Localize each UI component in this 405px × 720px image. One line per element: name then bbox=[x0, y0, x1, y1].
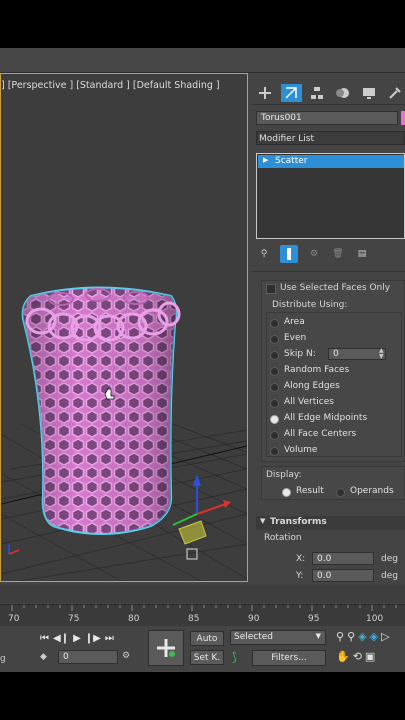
animation-controls-bar: ⏮ ◀❙ ▶ ❙▶ ⏭ ◆ 0 ⚙ Auto Set K. Selected ▼… bbox=[0, 626, 405, 672]
option-area[interactable]: Area bbox=[270, 317, 400, 329]
stack-item-scatter[interactable]: ▶ Scatter bbox=[258, 155, 404, 168]
viewport-navigation-controls: ⚲ ⚲ ◈ ◈ ▷ ✋ ⟲ ▣ bbox=[336, 630, 405, 666]
key-mode-toggle-icon[interactable]: ⟆ bbox=[232, 650, 237, 664]
play-icon[interactable]: ▶ bbox=[73, 633, 81, 644]
stack-toolbar: ⚲ ⚙ 🗑 ▤ bbox=[256, 243, 405, 265]
next-frame-icon[interactable]: ❙▶ bbox=[85, 633, 101, 644]
zoom-extents-icon[interactable]: ◈ bbox=[358, 630, 366, 647]
go-to-start-icon[interactable]: ⏮ bbox=[40, 633, 49, 644]
tick-label: 75 bbox=[68, 614, 80, 624]
create-icon[interactable] bbox=[255, 84, 276, 102]
scene-render bbox=[1, 286, 247, 581]
utilities-icon[interactable] bbox=[384, 84, 405, 102]
pan-icon[interactable]: ✋ bbox=[336, 650, 350, 667]
go-to-end-icon[interactable]: ⏭ bbox=[105, 633, 114, 644]
auto-key-button[interactable]: Auto bbox=[190, 631, 224, 646]
set-key-large-button[interactable] bbox=[148, 630, 184, 666]
field-of-view-icon[interactable]: ▷ bbox=[381, 630, 389, 647]
collapse-arrow-icon: ▼ bbox=[260, 517, 266, 525]
modifier-stack[interactable]: ▶ Scatter bbox=[256, 153, 405, 239]
remove-modifier-icon[interactable]: 🗑 bbox=[330, 249, 346, 259]
zoom-extents-all-icon[interactable]: ◈ bbox=[370, 630, 378, 647]
transforms-rollout-header[interactable]: ▼ Transforms bbox=[256, 516, 405, 530]
expand-arrow-icon[interactable]: ▶ bbox=[263, 156, 268, 164]
status-text: g bbox=[0, 654, 6, 664]
tick-label: 80 bbox=[128, 614, 140, 624]
rotation-y-spinner[interactable]: 0.0 bbox=[312, 569, 374, 582]
display-group: Display: Result Operands bbox=[261, 466, 405, 500]
scatter-parameters-rollout: Use Selected Faces Only Distribute Using… bbox=[261, 280, 405, 462]
top-letterbox bbox=[0, 0, 405, 48]
display-label: Display: bbox=[266, 470, 302, 480]
selected-dropdown-label: Selected bbox=[234, 632, 274, 642]
configure-modifier-sets-icon[interactable]: ▤ bbox=[354, 249, 370, 259]
perspective-viewport[interactable]: ] [Perspective ] [Standard ] [Default Sh… bbox=[0, 73, 248, 582]
chevron-down-icon: ▼ bbox=[315, 632, 321, 640]
modifier-list-label: Modifier List bbox=[259, 134, 314, 144]
maximize-viewport-icon[interactable]: ▣ bbox=[365, 650, 375, 667]
bottom-letterbox bbox=[0, 672, 405, 720]
spinner-arrows-icon[interactable]: ▲ ▼ bbox=[379, 348, 384, 360]
tick-label: 95 bbox=[308, 614, 320, 624]
option-all-edge-midpoints[interactable]: All Edge Midpoints bbox=[270, 413, 400, 425]
display-result-radio[interactable]: Result bbox=[282, 486, 332, 498]
pin-stack-icon[interactable]: ⚲ bbox=[256, 249, 272, 259]
world-axis-tripod bbox=[8, 544, 20, 555]
tick-label: 70 bbox=[8, 614, 20, 624]
modifier-list-dropdown[interactable]: Modifier List bbox=[256, 131, 405, 145]
track-bar[interactable] bbox=[0, 585, 405, 603]
rotation-x-spinner[interactable]: 0.0 bbox=[312, 552, 374, 565]
show-end-result-icon[interactable] bbox=[280, 245, 298, 263]
display-operands-radio[interactable]: Operands bbox=[336, 486, 405, 498]
move-gizmo bbox=[172, 474, 231, 560]
time-config-icon[interactable]: ⚙ bbox=[122, 651, 130, 661]
lattice-cylinder-object bbox=[21, 286, 181, 535]
set-key-button[interactable]: Set K. bbox=[190, 650, 224, 665]
current-frame-field[interactable]: 0 bbox=[58, 650, 118, 664]
key-mode-icon[interactable]: ◆ bbox=[40, 652, 47, 662]
rotation-y-unit: deg bbox=[381, 571, 398, 581]
zoom-icon[interactable]: ⚲ bbox=[336, 630, 344, 647]
rotation-x-label: X: bbox=[296, 554, 306, 564]
distribute-using-label: Distribute Using: bbox=[272, 300, 348, 310]
hierarchy-icon[interactable] bbox=[307, 84, 328, 102]
rotation-label: Rotation bbox=[264, 533, 302, 543]
display-icon[interactable] bbox=[358, 84, 379, 102]
zoom-all-icon[interactable]: ⚲ bbox=[347, 630, 355, 647]
filters-button[interactable]: Filters... bbox=[252, 650, 326, 666]
plus-key-icon bbox=[157, 639, 175, 657]
skip-n-spinner[interactable]: 0 bbox=[328, 348, 386, 360]
option-even[interactable]: Even bbox=[270, 333, 400, 345]
command-panel: Torus001 Modifier List ▶ Scatter ⚲ ⚙ 🗑 ▤… bbox=[252, 73, 405, 582]
option-volume[interactable]: Volume bbox=[270, 445, 400, 457]
object-color-swatch[interactable] bbox=[401, 111, 405, 125]
command-panel-tabs bbox=[252, 81, 405, 105]
rotation-x-unit: deg bbox=[381, 554, 398, 564]
tick-label: 85 bbox=[188, 614, 200, 624]
divider bbox=[252, 271, 405, 272]
option-all-face-centers[interactable]: All Face Centers bbox=[270, 429, 400, 441]
use-selected-faces-checkbox[interactable] bbox=[266, 284, 276, 294]
modify-icon[interactable] bbox=[280, 83, 302, 102]
option-along-edges[interactable]: Along Edges bbox=[270, 381, 400, 393]
playback-controls: ⏮ ◀❙ ▶ ❙▶ ⏭ bbox=[40, 630, 138, 646]
tick-marks bbox=[11, 605, 397, 611]
previous-frame-icon[interactable]: ◀❙ bbox=[53, 633, 69, 644]
use-selected-faces-label: Use Selected Faces Only bbox=[280, 283, 391, 293]
object-name-field[interactable]: Torus001 bbox=[256, 111, 398, 125]
tick-label: 100 bbox=[366, 614, 384, 624]
option-all-vertices[interactable]: All Vertices bbox=[270, 397, 400, 409]
key-filter-selection-dropdown[interactable]: Selected ▼ bbox=[230, 630, 326, 645]
rotation-y-label: Y: bbox=[296, 571, 304, 581]
tick-label: 90 bbox=[248, 614, 260, 624]
make-unique-icon[interactable]: ⚙ bbox=[306, 249, 322, 259]
orbit-icon[interactable]: ⟲ bbox=[353, 650, 362, 667]
time-slider-ruler[interactable]: 70 75 80 85 90 95 100 bbox=[0, 604, 405, 627]
main-toolbar bbox=[0, 48, 405, 73]
option-random-faces[interactable]: Random Faces bbox=[270, 365, 400, 377]
motion-icon[interactable] bbox=[332, 84, 353, 102]
